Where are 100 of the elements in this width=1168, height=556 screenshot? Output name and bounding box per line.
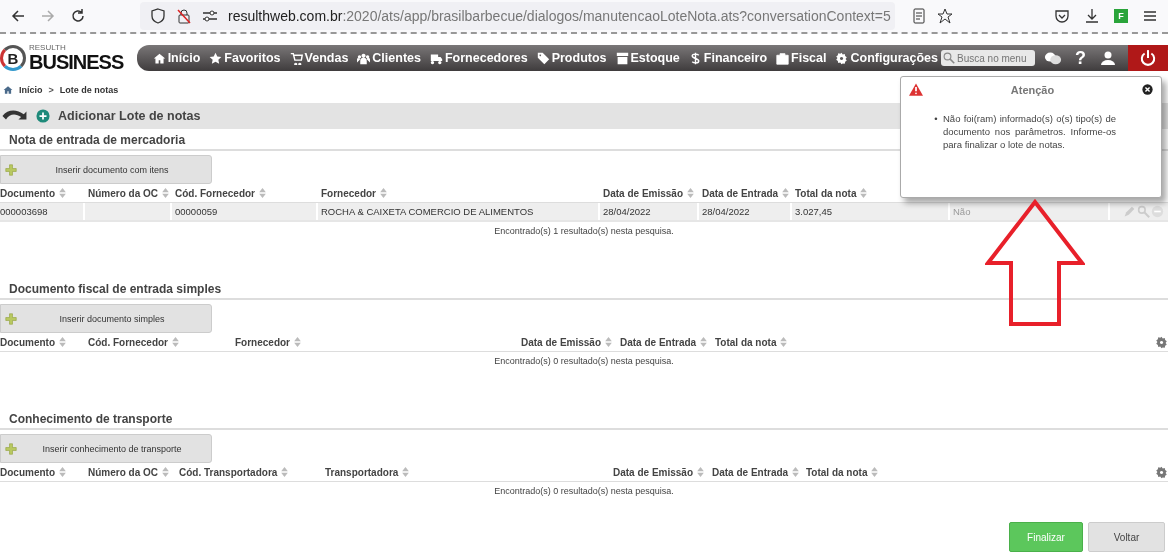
gear-icon <box>835 51 849 65</box>
column-header[interactable]: Número da OC <box>85 187 172 199</box>
sort-icon <box>259 188 266 198</box>
column-header[interactable]: Total da nota <box>712 336 1107 348</box>
help-button[interactable]: ? <box>1071 47 1090 69</box>
sort-icon <box>697 467 705 477</box>
column-header[interactable]: Total da nota <box>792 187 950 199</box>
star-icon[interactable] <box>936 8 953 24</box>
sort-icon <box>860 188 868 198</box>
column-header[interactable]: Transportadora <box>322 466 610 478</box>
reader-icon[interactable] <box>910 8 927 24</box>
nav-item[interactable]: Configurações <box>835 51 938 65</box>
plus-icon <box>5 442 17 455</box>
reload-icon[interactable] <box>70 8 86 24</box>
sort-icon <box>782 188 790 198</box>
nav-item[interactable]: Estoque <box>615 51 680 65</box>
add-icon <box>36 109 50 123</box>
insert-button[interactable]: Inserir documento simples <box>0 304 212 333</box>
nav-item[interactable]: Fiscal <box>776 51 827 65</box>
people-icon <box>357 51 371 65</box>
logo-text: BUSINESS <box>29 52 124 72</box>
plus-icon <box>5 163 17 176</box>
table-cell: 28/04/2022 <box>600 203 699 220</box>
sort-icon <box>700 337 708 347</box>
star-icon <box>209 51 223 65</box>
insert-button[interactable]: Inserir documento com itens <box>0 155 212 184</box>
user-icon[interactable] <box>1099 50 1117 66</box>
nav-item[interactable]: Clientes <box>357 51 421 65</box>
nav-item[interactable]: Início <box>152 51 201 65</box>
menu-icon[interactable] <box>1142 8 1158 24</box>
sort-icon <box>59 188 66 198</box>
column-header[interactable]: Número da OC <box>85 466 176 478</box>
url-text: resulthweb.com.br:2020/ats/app/brasilbarbecue/dialogos/manutencaoLoteNota.ats?conversationContext=5 <box>228 8 891 24</box>
sort-icon <box>402 467 410 477</box>
insecure-lock-icon <box>176 8 192 24</box>
back-button[interactable]: Voltar <box>1088 522 1165 552</box>
breadcrumb-link[interactable]: Início <box>19 85 43 95</box>
sort-icon <box>380 188 387 198</box>
permissions-icon <box>202 8 218 24</box>
sort-icon <box>792 467 800 477</box>
briefcase-icon <box>776 51 790 65</box>
column-header[interactable]: Fornecedor <box>318 187 600 199</box>
column-header[interactable]: Cód. Fornecedor <box>172 187 318 199</box>
shield-icon <box>150 8 166 24</box>
column-header[interactable]: Data de Emissão <box>610 466 709 478</box>
sort-icon <box>162 188 169 198</box>
logo-mark: B <box>0 45 26 71</box>
results-count: Encontrado(s) 1 resultado(s) nesta pesquisa. <box>493 225 675 236</box>
sort-icon <box>605 337 613 347</box>
column-header[interactable]: Fornecedor <box>232 336 518 348</box>
results-count: Encontrado(s) 0 resultado(s) nesta pesquisa. <box>493 355 675 366</box>
settings-icon[interactable] <box>1155 335 1168 349</box>
download-icon[interactable] <box>1084 8 1100 24</box>
back-icon[interactable] <box>10 8 26 24</box>
results-count: Encontrado(s) 0 resultado(s) nesta pesquisa. <box>493 485 675 496</box>
nav-item[interactable]: Fornecedores <box>430 51 528 65</box>
plus-icon <box>5 312 17 325</box>
column-header[interactable]: Cód. Fornecedor <box>85 336 232 348</box>
settings-icon[interactable] <box>1155 465 1168 479</box>
sort-icon <box>687 188 695 198</box>
search-icon <box>943 52 955 64</box>
column-header[interactable]: Data de Emissão <box>518 336 617 348</box>
menu-search-field[interactable]: Busca no menu <box>941 50 1035 66</box>
logo-small-text: RESULTH <box>29 44 67 52</box>
tag-icon <box>536 51 550 65</box>
nav-item[interactable]: Produtos <box>536 51 607 65</box>
column-header[interactable]: Documento <box>0 187 85 199</box>
table-cell: 3.027,45 <box>792 203 950 220</box>
sort-icon <box>59 467 66 477</box>
table-cell: ROCHA & CAIXETA COMERCIO DE ALIMENTOS <box>318 203 600 220</box>
sort-icon <box>172 337 179 347</box>
sort-icon <box>871 467 879 477</box>
column-header[interactable]: Documento <box>0 466 85 478</box>
breadcrumb-link[interactable]: Lote de notas <box>59 85 119 95</box>
column-header[interactable]: Cód. Transportadora <box>176 466 322 478</box>
box-icon <box>615 51 629 65</box>
column-header[interactable]: Data de Emissão <box>600 187 699 199</box>
nav-item[interactable]: Financeiro <box>688 51 768 65</box>
chat-icon[interactable] <box>1044 50 1062 66</box>
insert-button[interactable]: Inserir conhecimento de transporte <box>0 434 212 463</box>
sort-icon <box>294 337 301 347</box>
toolbar-title: Adicionar Lote de notas <box>58 109 201 123</box>
table-cell: 00000059 <box>172 203 318 220</box>
close-icon[interactable] <box>1142 84 1153 95</box>
nav-item[interactable]: Vendas <box>289 51 349 65</box>
column-header[interactable]: Total da nota <box>803 466 1107 478</box>
sort-icon <box>59 337 66 347</box>
pocket-icon[interactable] <box>1054 8 1070 24</box>
column-header[interactable]: Data de Entrada <box>617 336 712 348</box>
truck-icon <box>430 51 443 65</box>
column-header[interactable]: Documento <box>0 336 85 348</box>
warning-icon <box>909 83 923 96</box>
alert-title: Atenção <box>1009 83 1056 96</box>
cart-icon <box>289 51 303 65</box>
section-title: Documento fiscal de entrada simples <box>0 282 1168 300</box>
table-cell: Não <box>950 203 1110 220</box>
column-header[interactable]: Data de Entrada <box>699 187 792 199</box>
logout-button[interactable] <box>1128 45 1168 71</box>
column-header[interactable]: Data de Entrada <box>709 466 803 478</box>
nav-item[interactable]: Favoritos <box>209 51 281 65</box>
